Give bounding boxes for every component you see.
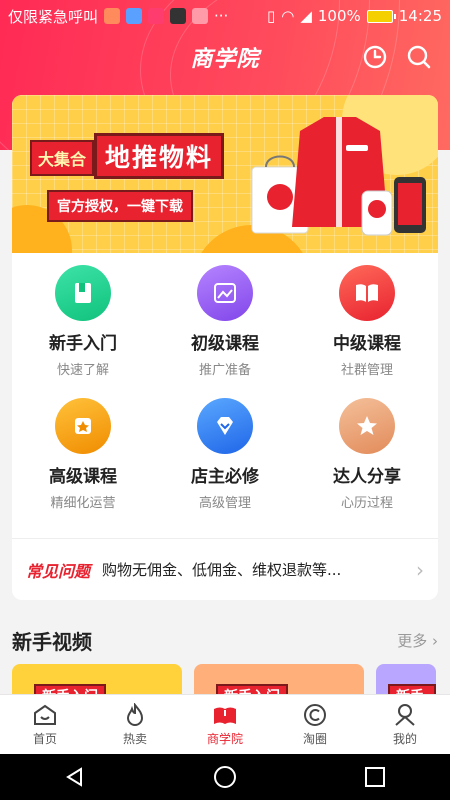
- tab-label: 淘圈: [302, 731, 327, 746]
- video-list: 新手入门 新手入门 新手入: [12, 664, 450, 694]
- video-app-icon: [148, 8, 165, 24]
- tab-label: 我的: [392, 731, 417, 746]
- battery-percent: 100%: [317, 7, 361, 25]
- menu-title: 新手入门: [49, 334, 117, 354]
- page-title: 商学院: [190, 47, 260, 72]
- vibrate-icon: ▯: [266, 7, 276, 25]
- tab-label: 商学院: [206, 731, 243, 746]
- banner-headline: 地推物料: [94, 133, 225, 179]
- banner-subtitle: 官方授权，一键下载: [47, 190, 193, 222]
- tab-hot[interactable]: 热卖: [90, 695, 180, 754]
- tab-circle[interactable]: 淘圈: [270, 695, 360, 754]
- faq-tag: 常见问题: [26, 561, 91, 581]
- clock-time: 14:25: [398, 7, 442, 25]
- circle-c-icon: [304, 703, 326, 726]
- menu-subtitle: 快速了解: [56, 363, 109, 378]
- menu-item-required[interactable]: 店主必修 高级管理: [154, 398, 296, 511]
- battery-icon: [366, 9, 396, 23]
- notification-icon: [104, 8, 121, 24]
- menu-subtitle: 推广准备: [198, 363, 251, 378]
- tab-label: 首页: [32, 731, 57, 746]
- title-bar: 商学院: [0, 32, 450, 82]
- tab-home[interactable]: 首页: [0, 695, 90, 754]
- home-button-icon[interactable]: [213, 765, 237, 789]
- flame-icon: [126, 702, 144, 726]
- carrier-text: 仅限紧急呼叫: [8, 7, 99, 26]
- home-icon: [34, 704, 56, 725]
- menu-title: 达人分享: [333, 467, 401, 487]
- menu-item-expert-share[interactable]: 达人分享 心历过程: [296, 398, 438, 511]
- star-badge-icon: [55, 398, 111, 454]
- recent-apps-icon[interactable]: [363, 765, 387, 789]
- bottom-tab-bar: 首页 热卖 商学院 淘圈 我的: [0, 694, 450, 754]
- usb-icon: [126, 8, 143, 24]
- menu-title: 初级课程: [191, 334, 259, 354]
- video-card[interactable]: 新手入: [376, 664, 436, 694]
- more-label: 更多: [397, 632, 428, 650]
- menu-subtitle: 高级管理: [198, 496, 251, 511]
- star-icon: [339, 398, 395, 454]
- more-notifications-icon: ···: [214, 7, 229, 25]
- menu-subtitle: 精细化运营: [50, 496, 116, 511]
- menu-subtitle: 社群管理: [340, 363, 393, 378]
- menu-title: 高级课程: [49, 467, 117, 487]
- more-link[interactable]: 更多 ›: [397, 630, 438, 651]
- tab-profile[interactable]: 我的: [360, 695, 450, 754]
- tab-academy[interactable]: 商学院: [180, 695, 270, 754]
- menu-item-elementary[interactable]: 初级课程 推广准备: [154, 265, 296, 378]
- profile-icon: [395, 703, 415, 726]
- banner-tag: 大集合: [30, 140, 95, 176]
- menu-item-beginner[interactable]: 新手入门 快速了解: [12, 265, 154, 378]
- faq-text: 购物无佣金、低佣金、维权退款等...: [102, 561, 342, 579]
- chevron-right-icon: ›: [416, 557, 424, 582]
- open-book-icon: [339, 265, 395, 321]
- section-title: 新手视频: [12, 630, 92, 654]
- video-section-header: 新手视频 更多 ›: [12, 626, 438, 655]
- promo-banner[interactable]: 大集合 地推物料 官方授权，一键下载: [12, 95, 438, 253]
- back-icon[interactable]: [63, 765, 87, 789]
- menu-title: 店主必修: [191, 467, 259, 487]
- academy-icon: [214, 707, 236, 724]
- menu-item-advanced[interactable]: 高级课程 精细化运营: [12, 398, 154, 511]
- tab-label: 热卖: [122, 731, 147, 746]
- diamond-icon: [197, 398, 253, 454]
- signal-icon: ◢: [300, 7, 312, 25]
- menu-subtitle: 心历过程: [340, 496, 393, 511]
- menu-item-intermediate[interactable]: 中级课程 社群管理: [296, 265, 438, 378]
- video-card[interactable]: 新手入门: [194, 664, 364, 694]
- gallery-icon: [192, 8, 209, 24]
- clock-icon[interactable]: [362, 44, 388, 70]
- wifi-icon: ◠: [281, 7, 295, 25]
- course-menu: 新手入门 快速了解 初级课程 推广准备 中级课程 社群管理 高级课程 精细化运营: [12, 265, 438, 511]
- music-app-icon: [170, 8, 187, 24]
- video-card[interactable]: 新手入门: [12, 664, 182, 694]
- merchandise-illustration: [251, 117, 426, 236]
- faq-bar[interactable]: 常见问题 购物无佣金、低佣金、维权退款等... ›: [12, 538, 438, 600]
- system-nav-bar: [0, 754, 450, 800]
- status-bar: 仅限紧急呼叫 ··· ▯ ◠ ◢ 100% 14:25: [0, 0, 450, 32]
- main-card: 大集合 地推物料 官方授权，一键下载 新手入门 快速了解 初级课程 推广准备 中…: [12, 95, 438, 600]
- video-label: 新手入门: [34, 684, 106, 694]
- video-label: 新手入: [388, 684, 436, 694]
- menu-title: 中级课程: [333, 334, 401, 354]
- search-icon[interactable]: [406, 44, 432, 70]
- image-icon: [197, 265, 253, 321]
- video-label: 新手入门: [216, 684, 288, 694]
- book-icon: [55, 265, 111, 321]
